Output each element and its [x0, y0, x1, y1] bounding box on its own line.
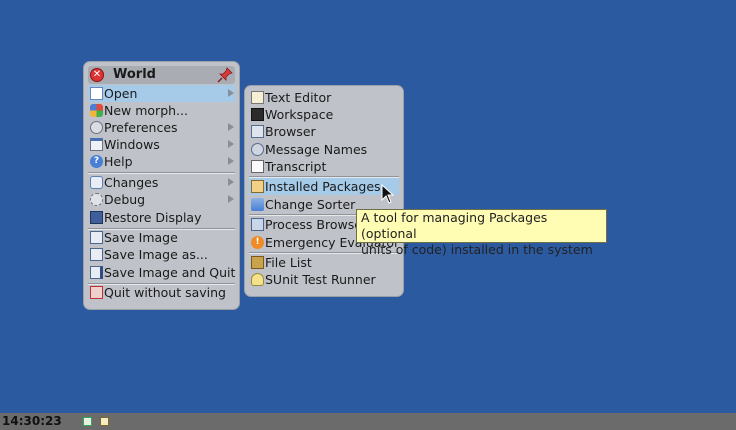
message-names-icon — [251, 143, 264, 156]
windows-icon — [90, 138, 103, 151]
taskbar-window-icon[interactable] — [100, 417, 109, 426]
menu-item-text-editor[interactable]: Text Editor — [249, 89, 399, 106]
menu-item-debug[interactable]: Debug — [88, 191, 235, 208]
debug-icon — [90, 193, 103, 206]
menu-item-windows[interactable]: Windows — [88, 136, 235, 153]
menu-item-label: Browser — [265, 124, 316, 139]
menu-item-preferences[interactable]: Preferences — [88, 119, 235, 136]
save-and-quit-icon — [90, 266, 103, 279]
menu-item-label: Debug — [104, 192, 146, 207]
world-menu-title: World — [113, 67, 156, 82]
menu-item-label: New morph... — [104, 103, 188, 118]
menu-item-label: Transcript — [265, 159, 327, 174]
tooltip-line: A tool for managing Packages (optional — [361, 210, 548, 241]
menu-item-help[interactable]: ? Help — [88, 153, 235, 170]
menu-item-label: Save Image as... — [104, 247, 208, 262]
menu-item-save-image-as[interactable]: Save Image as... — [88, 246, 235, 263]
submenu-arrow-icon — [228, 89, 234, 97]
text-editor-icon — [251, 91, 264, 104]
tooltip-line: units of code) installed in the system — [361, 242, 593, 257]
open-icon — [90, 87, 103, 100]
preferences-icon — [90, 121, 103, 134]
menu-item-restore-display[interactable]: Restore Display — [88, 209, 235, 226]
submenu-arrow-icon — [228, 178, 234, 186]
menu-item-label: Help — [104, 154, 133, 169]
submenu-arrow-icon — [228, 157, 234, 165]
save-icon — [90, 231, 103, 244]
transcript-icon — [251, 160, 264, 173]
menu-item-message-names[interactable]: Message Names — [249, 141, 399, 158]
menu-item-label: Windows — [104, 137, 160, 152]
menu-item-label: Open — [104, 86, 138, 101]
workspace-icon — [251, 108, 264, 121]
file-list-icon — [251, 256, 264, 269]
browser-icon — [251, 125, 264, 138]
submenu-arrow-icon — [228, 123, 234, 131]
packages-icon — [251, 180, 264, 193]
clock: 14:30:23 — [2, 414, 62, 428]
menu-item-label: Changes — [104, 175, 159, 190]
menu-item-label: Quit without saving — [104, 285, 226, 300]
menu-item-label: Save Image — [104, 230, 178, 245]
morph-icon — [90, 104, 103, 117]
menu-item-label: Workspace — [265, 107, 334, 122]
menu-item-workspace[interactable]: Workspace — [249, 106, 399, 123]
menu-item-label: Process Browser — [265, 217, 368, 232]
menu-item-sunit-test-runner[interactable]: SUnit Test Runner — [249, 271, 399, 288]
menu-item-installed-packages[interactable]: Installed Packages — [249, 178, 399, 195]
menu-item-label: File List — [265, 255, 312, 270]
world-menu: ✕ World Open New morph... Preferences Wi… — [84, 62, 239, 309]
world-menu-title-bar[interactable]: ✕ World — [88, 66, 235, 84]
menu-item-changes[interactable]: Changes — [88, 174, 235, 191]
quit-icon — [90, 286, 103, 299]
process-browser-icon — [251, 218, 264, 231]
menu-item-label: SUnit Test Runner — [265, 272, 376, 287]
taskbar: 14:30:23 — [0, 413, 736, 430]
menu-item-transcript[interactable]: Transcript — [249, 158, 399, 175]
emergency-icon: ! — [251, 236, 264, 249]
mouse-cursor-icon — [381, 184, 395, 204]
submenu-arrow-icon — [228, 140, 234, 148]
menu-item-label: Installed Packages — [265, 179, 381, 194]
help-icon: ? — [90, 155, 103, 168]
restore-display-icon — [90, 211, 103, 224]
sunit-icon — [251, 273, 264, 286]
changes-icon — [90, 176, 103, 189]
menu-item-label: Restore Display — [104, 210, 202, 225]
menu-item-label: Preferences — [104, 120, 178, 135]
menu-item-open[interactable]: Open — [88, 85, 235, 102]
pin-icon[interactable] — [217, 67, 233, 83]
tooltip: A tool for managing Packages (optional u… — [356, 209, 607, 257]
menu-item-new-morph[interactable]: New morph... — [88, 102, 235, 119]
menu-item-label: Message Names — [265, 142, 368, 157]
save-as-icon — [90, 248, 103, 261]
taskbar-window-icon[interactable] — [83, 417, 92, 426]
change-sorter-icon — [251, 198, 264, 211]
menu-item-save-image[interactable]: Save Image — [88, 229, 235, 246]
menu-item-quit-without-saving[interactable]: Quit without saving — [88, 284, 235, 301]
open-submenu: Text Editor Workspace Browser Message Na… — [245, 86, 403, 296]
menu-item-browser[interactable]: Browser — [249, 123, 399, 140]
close-icon[interactable]: ✕ — [90, 68, 104, 82]
menu-item-label: Save Image and Quit — [104, 265, 236, 280]
submenu-arrow-icon — [228, 195, 234, 203]
menu-item-label: Change Sorter — [265, 197, 356, 212]
menu-item-label: Text Editor — [265, 90, 332, 105]
menu-item-save-image-and-quit[interactable]: Save Image and Quit — [88, 264, 235, 281]
